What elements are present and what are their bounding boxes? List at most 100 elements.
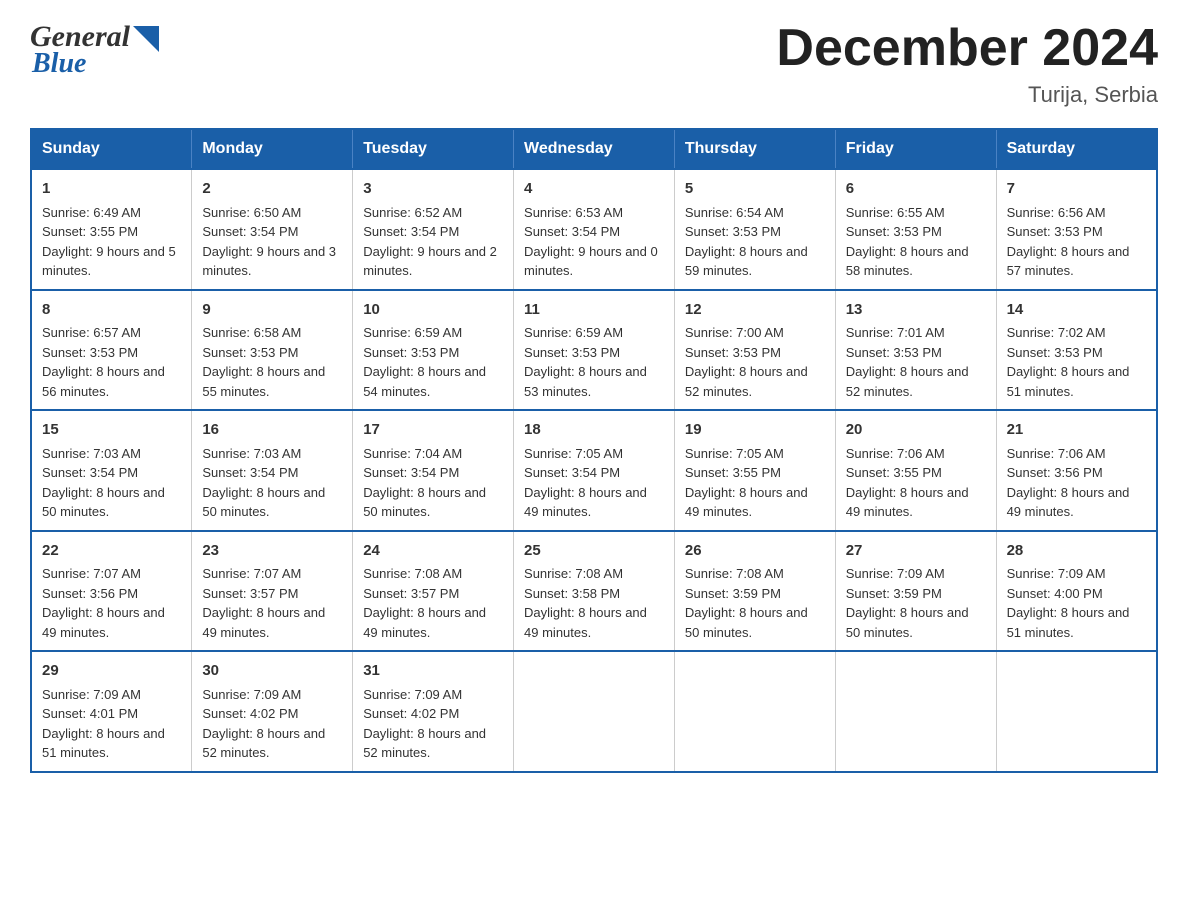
- calendar-cell: 9Sunrise: 6:58 AMSunset: 3:53 PMDaylight…: [192, 290, 353, 411]
- day-info: Sunrise: 7:09 AMSunset: 4:00 PMDaylight:…: [1007, 564, 1146, 642]
- calendar-cell: 11Sunrise: 6:59 AMSunset: 3:53 PMDayligh…: [514, 290, 675, 411]
- day-number: 22: [42, 540, 181, 563]
- day-number: 18: [524, 419, 664, 442]
- calendar-cell: [674, 651, 835, 772]
- calendar-cell: [835, 651, 996, 772]
- day-info: Sunrise: 7:09 AMSunset: 3:59 PMDaylight:…: [846, 564, 986, 642]
- day-number: 4: [524, 178, 664, 201]
- day-info: Sunrise: 7:09 AMSunset: 4:02 PMDaylight:…: [202, 685, 342, 763]
- day-info: Sunrise: 6:52 AMSunset: 3:54 PMDaylight:…: [363, 203, 503, 281]
- calendar-cell: 7Sunrise: 6:56 AMSunset: 3:53 PMDaylight…: [996, 169, 1157, 290]
- day-number: 3: [363, 178, 503, 201]
- title-section: December 2024 Turija, Serbia: [776, 20, 1158, 108]
- day-number: 7: [1007, 178, 1146, 201]
- col-header-friday: Friday: [835, 129, 996, 169]
- day-info: Sunrise: 6:58 AMSunset: 3:53 PMDaylight:…: [202, 323, 342, 401]
- calendar-cell: 23Sunrise: 7:07 AMSunset: 3:57 PMDayligh…: [192, 531, 353, 652]
- day-info: Sunrise: 6:57 AMSunset: 3:53 PMDaylight:…: [42, 323, 181, 401]
- day-number: 28: [1007, 540, 1146, 563]
- day-number: 26: [685, 540, 825, 563]
- calendar-cell: 29Sunrise: 7:09 AMSunset: 4:01 PMDayligh…: [31, 651, 192, 772]
- day-info: Sunrise: 6:54 AMSunset: 3:53 PMDaylight:…: [685, 203, 825, 281]
- day-number: 19: [685, 419, 825, 442]
- calendar-cell: 18Sunrise: 7:05 AMSunset: 3:54 PMDayligh…: [514, 410, 675, 531]
- day-info: Sunrise: 6:59 AMSunset: 3:53 PMDaylight:…: [363, 323, 503, 401]
- calendar-cell: 6Sunrise: 6:55 AMSunset: 3:53 PMDaylight…: [835, 169, 996, 290]
- col-header-monday: Monday: [192, 129, 353, 169]
- col-header-wednesday: Wednesday: [514, 129, 675, 169]
- day-info: Sunrise: 7:08 AMSunset: 3:57 PMDaylight:…: [363, 564, 503, 642]
- calendar-cell: 3Sunrise: 6:52 AMSunset: 3:54 PMDaylight…: [353, 169, 514, 290]
- day-info: Sunrise: 7:05 AMSunset: 3:54 PMDaylight:…: [524, 444, 664, 522]
- day-number: 17: [363, 419, 503, 442]
- calendar-cell: 19Sunrise: 7:05 AMSunset: 3:55 PMDayligh…: [674, 410, 835, 531]
- day-info: Sunrise: 6:59 AMSunset: 3:53 PMDaylight:…: [524, 323, 664, 401]
- day-info: Sunrise: 7:06 AMSunset: 3:55 PMDaylight:…: [846, 444, 986, 522]
- calendar-cell: 30Sunrise: 7:09 AMSunset: 4:02 PMDayligh…: [192, 651, 353, 772]
- day-number: 14: [1007, 299, 1146, 322]
- day-info: Sunrise: 7:05 AMSunset: 3:55 PMDaylight:…: [685, 444, 825, 522]
- day-info: Sunrise: 7:03 AMSunset: 3:54 PMDaylight:…: [202, 444, 342, 522]
- calendar-cell: 22Sunrise: 7:07 AMSunset: 3:56 PMDayligh…: [31, 531, 192, 652]
- day-number: 25: [524, 540, 664, 563]
- day-info: Sunrise: 7:07 AMSunset: 3:56 PMDaylight:…: [42, 564, 181, 642]
- logo-triangle-icon: [133, 26, 159, 52]
- day-info: Sunrise: 6:55 AMSunset: 3:53 PMDaylight:…: [846, 203, 986, 281]
- calendar-cell: 31Sunrise: 7:09 AMSunset: 4:02 PMDayligh…: [353, 651, 514, 772]
- day-number: 16: [202, 419, 342, 442]
- day-number: 6: [846, 178, 986, 201]
- main-title: December 2024: [776, 20, 1158, 77]
- calendar-week-3: 15Sunrise: 7:03 AMSunset: 3:54 PMDayligh…: [31, 410, 1157, 531]
- day-info: Sunrise: 6:49 AMSunset: 3:55 PMDaylight:…: [42, 203, 181, 281]
- col-header-sunday: Sunday: [31, 129, 192, 169]
- day-number: 8: [42, 299, 181, 322]
- day-info: Sunrise: 7:01 AMSunset: 3:53 PMDaylight:…: [846, 323, 986, 401]
- day-info: Sunrise: 7:09 AMSunset: 4:02 PMDaylight:…: [363, 685, 503, 763]
- calendar-cell: 25Sunrise: 7:08 AMSunset: 3:58 PMDayligh…: [514, 531, 675, 652]
- col-header-tuesday: Tuesday: [353, 129, 514, 169]
- calendar-cell: 26Sunrise: 7:08 AMSunset: 3:59 PMDayligh…: [674, 531, 835, 652]
- day-number: 30: [202, 660, 342, 683]
- calendar-cell: 14Sunrise: 7:02 AMSunset: 3:53 PMDayligh…: [996, 290, 1157, 411]
- day-number: 5: [685, 178, 825, 201]
- day-number: 24: [363, 540, 503, 563]
- day-number: 31: [363, 660, 503, 683]
- calendar-week-4: 22Sunrise: 7:07 AMSunset: 3:56 PMDayligh…: [31, 531, 1157, 652]
- day-number: 29: [42, 660, 181, 683]
- day-number: 1: [42, 178, 181, 201]
- calendar-week-5: 29Sunrise: 7:09 AMSunset: 4:01 PMDayligh…: [31, 651, 1157, 772]
- day-number: 10: [363, 299, 503, 322]
- calendar-cell: 17Sunrise: 7:04 AMSunset: 3:54 PMDayligh…: [353, 410, 514, 531]
- day-info: Sunrise: 7:06 AMSunset: 3:56 PMDaylight:…: [1007, 444, 1146, 522]
- day-number: 13: [846, 299, 986, 322]
- logo-blue-text: Blue: [32, 48, 86, 80]
- day-number: 20: [846, 419, 986, 442]
- calendar-cell: 10Sunrise: 6:59 AMSunset: 3:53 PMDayligh…: [353, 290, 514, 411]
- calendar-cell: 1Sunrise: 6:49 AMSunset: 3:55 PMDaylight…: [31, 169, 192, 290]
- calendar-header-row: SundayMondayTuesdayWednesdayThursdayFrid…: [31, 129, 1157, 169]
- calendar-cell: 21Sunrise: 7:06 AMSunset: 3:56 PMDayligh…: [996, 410, 1157, 531]
- day-info: Sunrise: 7:07 AMSunset: 3:57 PMDaylight:…: [202, 564, 342, 642]
- day-number: 27: [846, 540, 986, 563]
- calendar-cell: 4Sunrise: 6:53 AMSunset: 3:54 PMDaylight…: [514, 169, 675, 290]
- calendar-cell: 15Sunrise: 7:03 AMSunset: 3:54 PMDayligh…: [31, 410, 192, 531]
- page-header: General Blue December 2024 Turija, Serbi…: [30, 20, 1158, 108]
- day-number: 2: [202, 178, 342, 201]
- day-number: 11: [524, 299, 664, 322]
- calendar-week-2: 8Sunrise: 6:57 AMSunset: 3:53 PMDaylight…: [31, 290, 1157, 411]
- day-number: 9: [202, 299, 342, 322]
- logo: General Blue: [30, 20, 159, 80]
- day-info: Sunrise: 6:56 AMSunset: 3:53 PMDaylight:…: [1007, 203, 1146, 281]
- calendar-cell: 28Sunrise: 7:09 AMSunset: 4:00 PMDayligh…: [996, 531, 1157, 652]
- calendar-cell: 2Sunrise: 6:50 AMSunset: 3:54 PMDaylight…: [192, 169, 353, 290]
- day-info: Sunrise: 7:02 AMSunset: 3:53 PMDaylight:…: [1007, 323, 1146, 401]
- calendar-cell: [514, 651, 675, 772]
- calendar-cell: 24Sunrise: 7:08 AMSunset: 3:57 PMDayligh…: [353, 531, 514, 652]
- day-info: Sunrise: 6:53 AMSunset: 3:54 PMDaylight:…: [524, 203, 664, 281]
- day-number: 23: [202, 540, 342, 563]
- day-info: Sunrise: 7:09 AMSunset: 4:01 PMDaylight:…: [42, 685, 181, 763]
- day-number: 21: [1007, 419, 1146, 442]
- col-header-saturday: Saturday: [996, 129, 1157, 169]
- day-info: Sunrise: 6:50 AMSunset: 3:54 PMDaylight:…: [202, 203, 342, 281]
- calendar-cell: 12Sunrise: 7:00 AMSunset: 3:53 PMDayligh…: [674, 290, 835, 411]
